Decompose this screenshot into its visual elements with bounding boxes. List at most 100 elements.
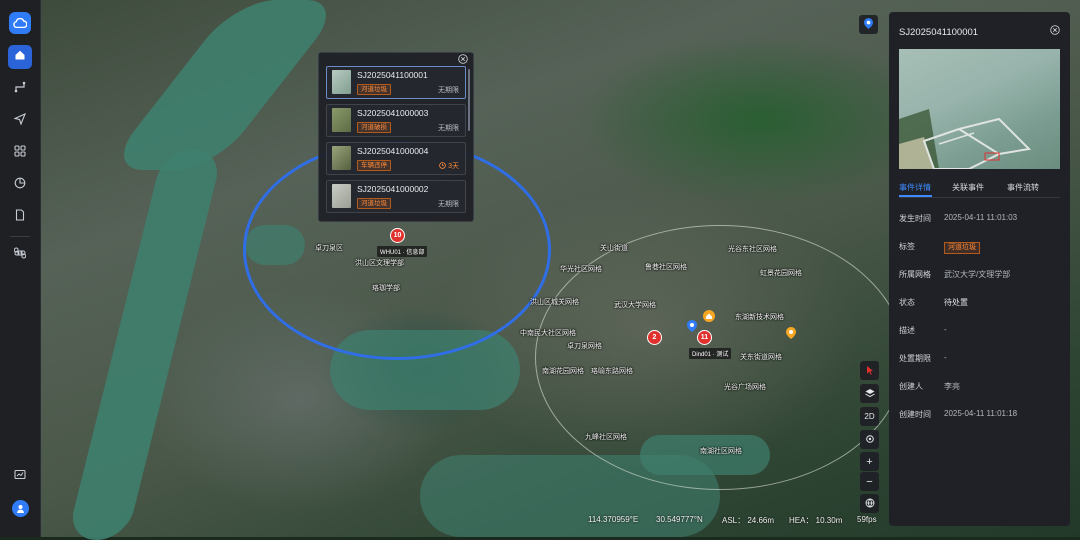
nav-dispatch[interactable] bbox=[8, 109, 32, 133]
detail-row: 所属网格 武汉大学/文理学部 bbox=[899, 269, 1060, 283]
monitor-chart-icon bbox=[14, 468, 26, 486]
nav-route[interactable] bbox=[8, 77, 32, 101]
map-label: 洪山区文理学部 bbox=[355, 260, 404, 267]
close-icon bbox=[1050, 22, 1060, 40]
cursor-icon bbox=[865, 365, 875, 377]
map-label: 九峰社区网格 bbox=[585, 434, 627, 441]
event-marker[interactable]: 2 bbox=[647, 330, 662, 345]
nav-statistics[interactable] bbox=[8, 173, 32, 197]
event-card[interactable]: SJ2025041000004 车辆违停 3天 bbox=[326, 142, 466, 175]
event-id: SJ2025041000002 bbox=[357, 184, 429, 194]
field-value: 待处置 bbox=[944, 298, 968, 307]
detail-row: 标签 河道垃圾 bbox=[899, 241, 1060, 255]
event-tag: 河道垃圾 bbox=[357, 198, 391, 209]
home-icon bbox=[14, 48, 26, 66]
event-marker[interactable]: 11 bbox=[697, 330, 712, 345]
latitude-readout: 30.549777°N bbox=[656, 515, 703, 524]
layers-icon bbox=[864, 388, 875, 400]
layers-button[interactable] bbox=[860, 384, 879, 403]
center-target-button[interactable] bbox=[860, 430, 879, 449]
detail-tabs: 事件详情 关联事件 事件流转 bbox=[899, 179, 1060, 198]
send-icon bbox=[13, 112, 27, 130]
tab-event-flow[interactable]: 事件流转 bbox=[1007, 182, 1039, 193]
pie-chart-icon bbox=[14, 176, 26, 194]
event-photo[interactable] bbox=[899, 49, 1060, 169]
cloud-logo-icon bbox=[9, 12, 31, 34]
map-label: 南湖社区网格 bbox=[700, 448, 742, 455]
globe-view-button[interactable] bbox=[860, 494, 879, 513]
pin-label: WHU01 · 信息部 bbox=[377, 246, 428, 257]
route-icon bbox=[14, 80, 26, 98]
detail-row: 发生时间 2025-04-11 11:01:03 bbox=[899, 213, 1060, 227]
nav-documents[interactable] bbox=[8, 205, 32, 229]
field-label: 处置期限 bbox=[899, 354, 931, 363]
map-label: 虹景花园网格 bbox=[760, 270, 802, 277]
event-deadline: 3天 bbox=[439, 161, 459, 171]
nav-apps[interactable] bbox=[8, 141, 32, 165]
globe-icon bbox=[865, 498, 875, 510]
tab-event-details[interactable]: 事件详情 bbox=[899, 182, 931, 193]
zoom-in-button[interactable]: + bbox=[860, 452, 879, 471]
left-sidebar bbox=[0, 0, 41, 537]
event-detail-panel: SJ2025041100001 事件详情 关联事件 事件流转 发生时间 2025… bbox=[889, 12, 1070, 526]
zoom-out-button[interactable]: − bbox=[860, 472, 879, 491]
event-list-popup: SJ2025041100001 河道垃圾 无期限 SJ2025041000003… bbox=[318, 52, 474, 222]
field-label: 发生时间 bbox=[899, 214, 931, 223]
event-id: SJ2025041100001 bbox=[357, 70, 428, 80]
event-cluster-marker[interactable]: 10 bbox=[390, 228, 405, 243]
event-card[interactable]: SJ2025041000003 河道破损 无期限 bbox=[326, 104, 466, 137]
field-label: 创建人 bbox=[899, 382, 923, 391]
popup-scrollbar[interactable] bbox=[468, 69, 470, 131]
event-card[interactable]: SJ2025041000002 河道垃圾 无期限 bbox=[326, 180, 466, 213]
pin-label: Dind01 · 测试 bbox=[689, 348, 732, 359]
field-label: 创建时间 bbox=[899, 410, 931, 419]
target-icon bbox=[865, 434, 875, 446]
detail-row: 描述 - bbox=[899, 325, 1060, 339]
event-tag: 河道垃圾 bbox=[357, 84, 391, 95]
map-label: 南湖花园网格 bbox=[542, 368, 584, 375]
field-value-tag: 河道垃圾 bbox=[944, 242, 980, 254]
tab-related-events[interactable]: 关联事件 bbox=[952, 182, 984, 193]
altitude-readout: ASL： 24.66m bbox=[722, 516, 775, 525]
river-upper bbox=[103, 0, 347, 170]
field-label: 标签 bbox=[899, 242, 915, 251]
detail-row: 状态 待处置 bbox=[899, 297, 1060, 311]
event-tag: 车辆违停 bbox=[357, 160, 391, 171]
map-label: 珞珈学部 bbox=[372, 285, 400, 292]
event-tag: 河道破损 bbox=[357, 122, 391, 133]
home-pin-icon[interactable] bbox=[703, 309, 715, 327]
nav-monitor[interactable] bbox=[8, 465, 32, 489]
map-label: 洪山区城关网格 bbox=[530, 299, 579, 306]
field-label: 所属网格 bbox=[899, 270, 931, 279]
command-icon bbox=[13, 246, 27, 264]
field-value: 2025-04-11 11:01:03 bbox=[944, 213, 1018, 222]
map-label: 卓刀泉区 bbox=[315, 245, 343, 252]
event-deadline-text: 3天 bbox=[448, 163, 459, 170]
location-pin-icon[interactable] bbox=[687, 319, 697, 337]
location-pin-icon[interactable] bbox=[786, 326, 796, 344]
event-card[interactable]: SJ2025041100001 河道垃圾 无期限 bbox=[326, 66, 466, 99]
event-id: SJ2025041000004 bbox=[357, 146, 429, 156]
document-icon bbox=[14, 208, 26, 226]
user-avatar-icon[interactable] bbox=[12, 500, 29, 517]
detail-row: 创建时间 2025-04-11 11:01:18 bbox=[899, 409, 1060, 423]
clock-icon bbox=[439, 162, 446, 171]
event-thumbnail bbox=[332, 184, 351, 208]
panel-title: SJ2025041100001 bbox=[899, 27, 979, 38]
event-id: SJ2025041000003 bbox=[357, 108, 429, 118]
map-label: 卓刀泉网格 bbox=[567, 343, 602, 350]
close-popup-button[interactable] bbox=[457, 54, 469, 66]
map-label: 武汉大学网格 bbox=[614, 302, 656, 309]
map-label: 珞喻东路网格 bbox=[591, 368, 633, 375]
toggle-2d-button[interactable]: 2D bbox=[860, 407, 879, 426]
nav-home[interactable] bbox=[8, 45, 32, 69]
locate-button[interactable] bbox=[859, 15, 878, 34]
map-label: 光谷东社区网格 bbox=[728, 246, 777, 253]
map-label: 中南民大社区网格 bbox=[520, 330, 576, 337]
field-value: - bbox=[944, 325, 947, 334]
close-panel-button[interactable] bbox=[1049, 25, 1061, 37]
nav-command[interactable] bbox=[8, 243, 32, 267]
pointer-tool-button[interactable] bbox=[860, 361, 879, 380]
event-deadline: 无期限 bbox=[438, 201, 459, 208]
grid-icon bbox=[14, 144, 26, 162]
